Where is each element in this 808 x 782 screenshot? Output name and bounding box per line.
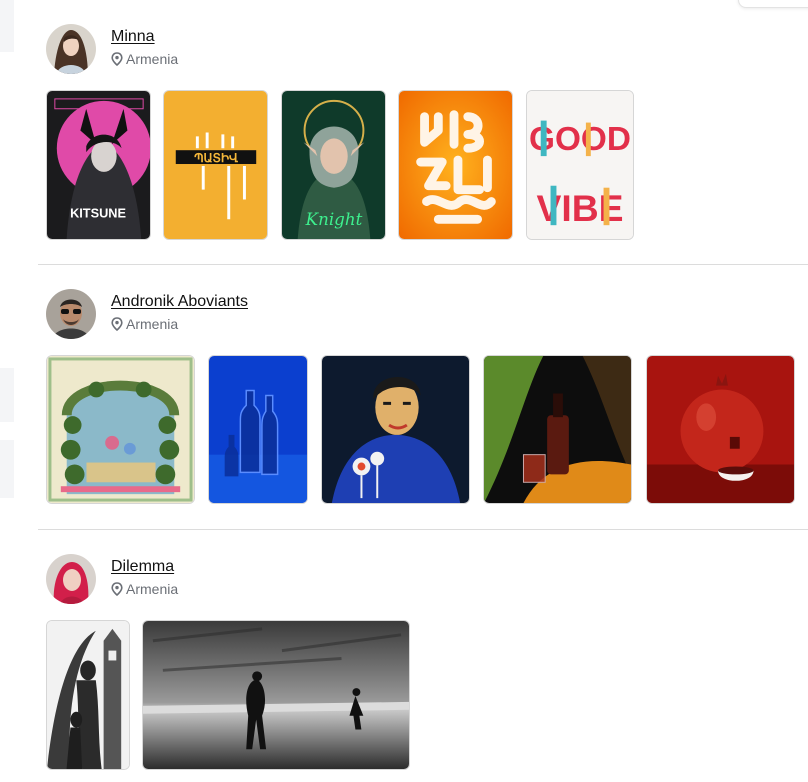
portrait-art-icon — [322, 356, 469, 503]
armenian-letters-art-icon: ՊԱՏԻՎ — [164, 91, 267, 239]
letters-caption: ՊԱՏԻՎ — [194, 151, 238, 165]
artist-name-link[interactable]: Dilemma — [111, 558, 174, 576]
knight-caption: Knight — [305, 209, 363, 229]
rail-block — [0, 0, 14, 52]
wine-glass-art-icon — [484, 356, 631, 503]
artist-card: Minna Armenia KITSUNE ՊԱՏԻՎ Knight GOOD … — [38, 24, 808, 244]
charcoal-beach-art-icon — [143, 621, 409, 769]
location-text: Armenia — [126, 51, 179, 67]
avatar[interactable] — [46, 289, 96, 339]
location-text: Armenia — [126, 316, 179, 332]
cream-letters-art-icon — [399, 91, 512, 239]
artwork-thumbnail-letters[interactable]: ՊԱՏԻՎ — [163, 90, 268, 240]
artwork-thumbnail-wine[interactable] — [483, 355, 632, 504]
rail-block — [0, 368, 14, 422]
artwork-thumbnail-cream[interactable] — [398, 90, 513, 240]
artist-card: Dilemma Armenia — [38, 554, 808, 782]
location-text: Armenia — [126, 581, 179, 597]
charcoal-figures-art-icon — [47, 621, 129, 769]
artist-location: Armenia — [111, 316, 178, 332]
pomegranate-art-icon — [647, 356, 794, 503]
artwork-thumbnail-charcoal-figures[interactable] — [46, 620, 130, 770]
kitsune-art-icon: KITSUNE — [47, 91, 150, 239]
location-pin-icon — [111, 582, 123, 596]
good-vibe-art-icon: GOOD VIBE — [527, 91, 633, 239]
bottles-art-icon — [209, 356, 307, 503]
garden-art-icon — [47, 356, 194, 503]
artwork-thumbnail-charcoal-beach[interactable] — [142, 620, 410, 770]
artwork-thumbnail-bottles[interactable] — [208, 355, 308, 504]
artwork-thumbnail-good-vibe[interactable]: GOOD VIBE — [526, 90, 634, 240]
section-divider — [38, 264, 808, 265]
artwork-thumbnail-kitsune[interactable]: KITSUNE — [46, 90, 151, 240]
left-rail — [0, 0, 14, 782]
artwork-thumbnail-knight[interactable]: Knight — [281, 90, 386, 240]
knight-art-icon: Knight — [282, 91, 385, 239]
vibe-caption: VIBE — [536, 187, 623, 229]
kitsune-title: KITSUNE — [70, 205, 126, 220]
rail-block — [0, 440, 14, 498]
section-divider — [38, 529, 808, 530]
artist-card: Andronik Aboviants Armenia — [38, 289, 808, 509]
artist-location: Armenia — [111, 51, 178, 67]
avatar[interactable] — [46, 554, 96, 604]
artwork-thumbnail-pomegranate[interactable] — [646, 355, 795, 504]
avatar[interactable] — [46, 24, 96, 74]
artwork-thumbnail-portrait[interactable] — [321, 355, 470, 504]
location-pin-icon — [111, 52, 123, 66]
floating-card-edge — [738, 0, 808, 8]
location-pin-icon — [111, 317, 123, 331]
artist-name-link[interactable]: Andronik Aboviants — [111, 293, 248, 311]
artist-name-link[interactable]: Minna — [111, 28, 155, 46]
artwork-thumbnail-garden[interactable] — [46, 355, 195, 504]
artist-location: Armenia — [111, 581, 178, 597]
